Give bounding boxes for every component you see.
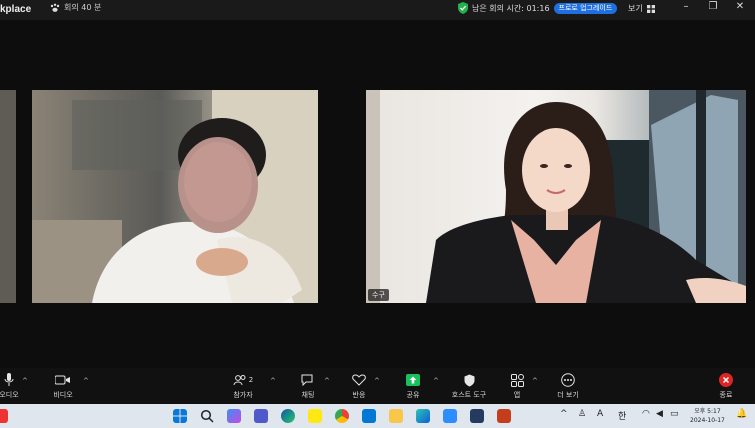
audio-button[interactable]: 오디오 <box>0 370 24 400</box>
edge-icon[interactable] <box>281 409 295 423</box>
participant-2-video <box>366 90 746 303</box>
speaker-icon[interactable]: ◀ <box>656 409 663 419</box>
minimize-icon[interactable]: – <box>678 1 694 12</box>
participants-label: 참가자 <box>233 391 253 399</box>
wifi-icon[interactable]: ◠ <box>642 409 650 419</box>
meeting-info-label: 회의 40 분 <box>64 3 102 12</box>
participants-icon <box>233 375 246 386</box>
app-icon[interactable] <box>416 409 430 423</box>
share-label: 공유 <box>406 391 420 399</box>
tray-chevron-icon[interactable]: ^ <box>560 409 568 419</box>
chat-button[interactable]: 채팅 <box>293 370 323 400</box>
meeting-toolbar: 오디오 ^ 비디오 ^ 2 참가자 ^ 채팅 ^ 반응 ^ 공유 ^ 호스트 도… <box>0 368 755 404</box>
title-bar: kplace 회의 40 분 남은 회의 시간: 01:16 프로로 업그레이드… <box>0 0 755 20</box>
more-button[interactable]: 더 보기 <box>552 370 584 400</box>
participants-count: 2 <box>248 376 254 384</box>
participants-options-caret[interactable]: ^ <box>270 377 276 385</box>
react-label: 반응 <box>352 391 366 399</box>
more-label: 더 보기 <box>557 391 579 399</box>
chrome-icon[interactable] <box>335 409 349 423</box>
apps-icon <box>510 373 524 387</box>
chat-icon <box>301 374 313 386</box>
participant-name-tag: 수구 <box>368 289 389 301</box>
view-label: 보기 <box>628 4 643 13</box>
os-taskbar: ^ ♙ A 한 ◠ ◀ ▭ 오후 5:17 2024-10-17 🔔 <box>0 404 755 428</box>
chat-label: 채팅 <box>301 391 315 399</box>
timer-label: 남은 회의 시간: 01:16 <box>472 3 550 13</box>
notification-dot-icon <box>0 409 8 423</box>
app-brand: kplace <box>0 4 32 15</box>
more-icon <box>561 373 575 387</box>
video-tile-2[interactable]: 수구 <box>366 90 746 303</box>
audio-options-caret[interactable]: ^ <box>22 377 28 385</box>
font-indicator[interactable]: A <box>597 409 603 419</box>
video-label: 비디오 <box>53 391 73 399</box>
outlook-icon[interactable] <box>362 409 376 423</box>
participant-1-video <box>32 90 318 303</box>
file-explorer-icon[interactable] <box>389 409 403 423</box>
host-tools-button[interactable]: 호스트 도구 <box>446 370 492 400</box>
apps-button[interactable]: 앱 <box>505 370 529 400</box>
audio-label: 오디오 <box>0 391 19 399</box>
partial-video-tile <box>0 90 16 303</box>
app-window-icon[interactable] <box>470 409 484 423</box>
grid-icon <box>646 4 655 13</box>
share-button[interactable]: 공유 <box>398 370 428 400</box>
apps-label: 앱 <box>513 391 521 399</box>
system-clock[interactable]: 오후 5:17 2024-10-17 <box>690 407 725 425</box>
windows-start-icon[interactable] <box>173 409 187 423</box>
kakaotalk-icon[interactable] <box>308 409 322 423</box>
end-meeting-button[interactable]: 종료 <box>712 370 740 400</box>
paw-icon <box>50 3 60 12</box>
teams-icon[interactable] <box>254 409 268 423</box>
video-options-caret[interactable]: ^ <box>83 377 89 385</box>
share-screen-icon <box>406 374 420 386</box>
react-button[interactable]: 반응 <box>344 370 374 400</box>
person-icon[interactable]: ♙ <box>578 409 586 419</box>
video-camera-icon <box>55 375 70 385</box>
restore-icon[interactable]: ❐ <box>705 1 721 12</box>
share-options-caret[interactable]: ^ <box>433 377 439 385</box>
clock-date: 2024-10-17 <box>690 417 725 424</box>
host-tools-label: 호스트 도구 <box>451 391 487 399</box>
zoom-icon[interactable] <box>443 409 457 423</box>
ime-indicator[interactable]: 한 <box>618 409 626 422</box>
heart-icon <box>352 374 366 386</box>
video-button[interactable]: 비디오 <box>46 370 80 400</box>
close-icon[interactable]: ✕ <box>732 1 748 12</box>
end-call-icon <box>719 373 733 387</box>
powerpoint-icon[interactable] <box>497 409 511 423</box>
copilot-icon[interactable] <box>227 409 241 423</box>
end-label: 종료 <box>719 391 733 399</box>
video-tile-1[interactable]: 이스 <box>32 90 318 303</box>
microphone-icon <box>4 373 14 386</box>
meeting-info[interactable]: 회의 40 분 <box>50 2 101 13</box>
apps-options-caret[interactable]: ^ <box>532 377 538 385</box>
upgrade-button[interactable]: 프로로 업그레이드 <box>553 2 618 14</box>
chat-options-caret[interactable]: ^ <box>324 377 330 385</box>
search-icon[interactable] <box>200 409 214 423</box>
battery-icon[interactable]: ▭ <box>670 409 679 419</box>
react-options-caret[interactable]: ^ <box>374 377 380 385</box>
view-button[interactable]: 보기 <box>628 3 655 14</box>
clock-time: 오후 5:17 <box>694 408 721 415</box>
bell-icon[interactable]: 🔔 <box>736 409 747 419</box>
meeting-timer: 남은 회의 시간: 01:16 프로로 업그레이드 <box>458 2 618 14</box>
participants-button[interactable]: 2 참가자 <box>226 370 260 400</box>
shield-check-icon <box>458 2 468 14</box>
shield-icon <box>464 374 474 386</box>
